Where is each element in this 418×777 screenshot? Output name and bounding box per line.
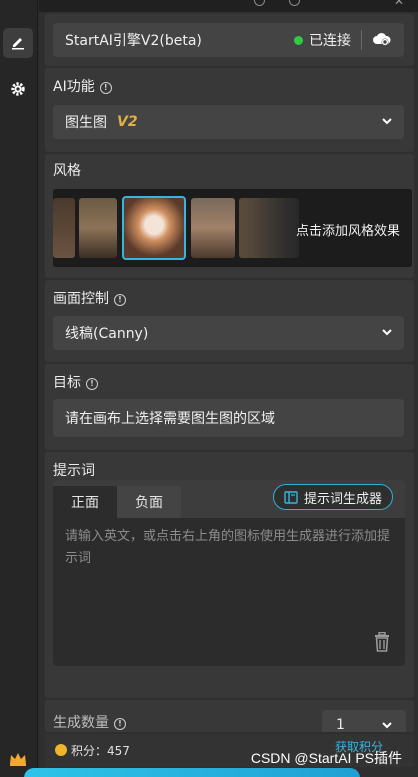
info-icon[interactable]: ! — [86, 378, 98, 390]
edit-icon — [12, 38, 24, 50]
style-thumb-selected[interactable] — [122, 196, 186, 260]
points-label: 积分：457 — [71, 744, 130, 758]
style-thumb[interactable] — [191, 198, 235, 258]
edit-tool-button[interactable] — [3, 28, 33, 58]
chevron-down-icon — [382, 329, 392, 336]
settings-button[interactable] — [3, 74, 33, 104]
trash-icon[interactable] — [373, 632, 391, 652]
crown-icon — [10, 753, 26, 766]
target-value: 请在画布上选择需要图生图的区域 — [65, 411, 275, 427]
gen-count-section: 生成数量! 1 — [45, 700, 414, 732]
prompt-panel: 正面 负面 提示词生成器 请输入英文，或点击右上角的图标使用生成器进行添加提示词 — [53, 480, 405, 666]
chevron-down-icon — [382, 722, 392, 729]
ai-function-section: AI功能! 图生图 V2 — [45, 68, 414, 152]
version-badge: V2 — [117, 114, 138, 130]
points-display: 积分：457 — [55, 742, 130, 759]
target-label-text: 目标 — [53, 375, 81, 391]
ai-function-select[interactable]: 图生图 V2 — [53, 105, 404, 139]
prompt-placeholder: 请输入英文，或点击右上角的图标使用生成器进行添加提示词 — [65, 529, 391, 566]
prompt-label: 提示词 — [53, 463, 95, 479]
status-dot — [294, 35, 303, 45]
help-icon[interactable] — [254, 0, 265, 6]
style-thumb[interactable] — [53, 198, 75, 258]
style-label: 风格 — [53, 163, 81, 179]
engine-selector[interactable]: StartAI引擎V2(beta) 已连接 — [53, 23, 404, 57]
info-icon[interactable]: ! — [114, 294, 126, 306]
target-label: 目标! — [53, 372, 98, 392]
canvas-control-label: 画面控制! — [53, 288, 126, 308]
info-icon[interactable]: ! — [99, 82, 112, 94]
generate-button[interactable] — [24, 768, 360, 777]
info-icon[interactable]: ! — [114, 718, 126, 730]
main-panel: ✕ StartAI引擎V2(beta) 已连接 AI功能! 图生图 V2 风格 … — [39, 0, 418, 777]
style-strip[interactable]: 点击添加风格效果 — [53, 189, 412, 267]
divider — [361, 30, 362, 50]
canvas-control-value: 线稿(Canny) — [65, 326, 149, 342]
tab-negative[interactable]: 负面 — [117, 486, 181, 518]
target-field[interactable]: 请在画布上选择需要图生图的区域 — [53, 399, 404, 437]
canvas-control-section: 画面控制! 线稿(Canny) — [45, 280, 414, 362]
canvas-control-select[interactable]: 线稿(Canny) — [53, 316, 404, 350]
engine-title: StartAI引擎V2(beta) — [65, 33, 202, 49]
gear-icon — [11, 82, 25, 96]
engine-section: StartAI引擎V2(beta) 已连接 — [45, 14, 414, 66]
style-thumb[interactable] — [79, 198, 117, 258]
connection-status: 已连接 — [309, 33, 351, 49]
add-style-link[interactable]: 点击添加风格效果 — [296, 220, 400, 239]
close-icon[interactable]: ✕ — [394, 0, 404, 8]
watermark: CSDN @StartAI PS插件 — [250, 750, 402, 766]
cloud-settings-icon[interactable] — [372, 32, 392, 48]
tab-positive[interactable]: 正面 — [53, 486, 117, 518]
book-icon — [284, 490, 298, 504]
prompt-section: 提示词 正面 负面 提示词生成器 请输入英文，或点击右上角的图标使用生成器进行添… — [45, 452, 414, 698]
ai-function-value: 图生图 — [65, 115, 107, 131]
prompt-generator-button[interactable]: 提示词生成器 — [272, 484, 393, 510]
coin-icon — [55, 744, 67, 756]
canvas-control-label-text: 画面控制 — [53, 291, 109, 307]
left-rail — [0, 0, 38, 777]
style-section: 风格 点击添加风格效果 — [45, 154, 414, 278]
gen-count-select[interactable]: 1 — [322, 710, 406, 732]
gen-count-label: 生成数量! — [53, 712, 126, 732]
title-strip: ✕ — [39, 0, 418, 12]
chevron-down-icon — [382, 118, 392, 125]
gen-count-label-text: 生成数量 — [53, 715, 109, 731]
refresh-icon[interactable] — [289, 0, 300, 6]
prompt-input[interactable]: 请输入英文，或点击右上角的图标使用生成器进行添加提示词 — [53, 518, 405, 666]
prompt-generator-label: 提示词生成器 — [303, 491, 382, 507]
target-section: 目标! 请在画布上选择需要图生图的区域 — [45, 364, 414, 450]
ai-function-label: AI功能! — [53, 76, 112, 96]
gen-count-value: 1 — [336, 717, 345, 732]
ai-function-label-text: AI功能 — [53, 79, 95, 95]
